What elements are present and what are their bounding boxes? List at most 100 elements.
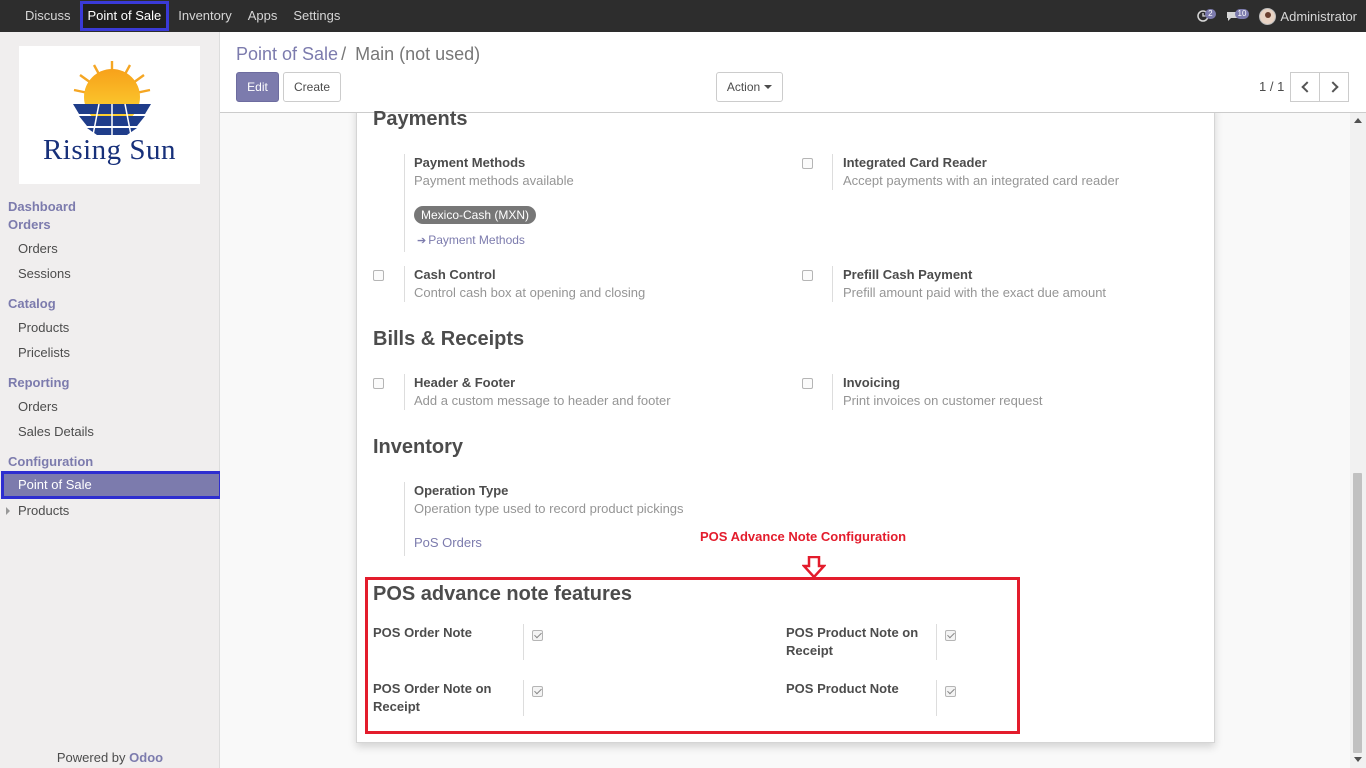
breadcrumb-separator: / [341,44,347,64]
logo-text: Rising Sun [42,134,177,166]
arrow-down-icon [802,556,826,578]
divider [832,266,833,302]
caret-down-icon [764,85,773,89]
pos-product-note-label: POS Product Note [786,681,899,696]
scroll-down-arrow-icon[interactable] [1354,757,1362,762]
sidebar-item-report-orders[interactable]: Orders [18,399,58,414]
header-footer-checkbox[interactable] [373,378,384,389]
sidebar-section-configuration[interactable]: Configuration [8,454,93,469]
breadcrumb-point-of-sale[interactable]: Point of Sale [236,44,338,64]
payment-methods-title: Payment Methods [414,155,526,170]
app-menu: Discuss Point of Sale Inventory Apps Set… [0,0,348,32]
navbar-systray: 2 10 Administrator [1197,0,1357,32]
annotation-label: POS Advance Note Configuration [700,529,907,544]
sidebar-item-config-products[interactable]: Products [18,503,69,518]
divider [936,680,937,716]
label-line: POS Order Note on [373,681,492,696]
messaging-menu[interactable]: 10 [1226,0,1250,32]
sidebar-item-point-of-sale[interactable]: Point of Sale [1,471,222,499]
integrated-card-reader-desc: Accept payments with an integrated card … [843,173,1120,188]
pos-product-note-checkbox[interactable] [945,686,956,697]
header-footer-title: Header & Footer [414,375,516,390]
bills-receipts-heading: Bills & Receipts [373,328,525,350]
activity-menu[interactable]: 2 [1197,0,1216,32]
pager-next-button[interactable] [1319,72,1349,102]
nav-inventory[interactable]: Inventory [170,0,239,32]
header-footer-desc: Add a custom message to header and foote… [414,393,671,408]
company-logo: Rising Sun [19,46,200,184]
pager-value[interactable]: 1 / 1 [1259,79,1284,94]
pos-order-note-checkbox[interactable] [532,630,543,641]
payment-method-tag[interactable]: Mexico-Cash (MXN) [414,206,537,224]
pager-previous-button[interactable] [1290,72,1320,102]
scroll-thumb[interactable] [1353,473,1362,753]
sidebar-item-sessions[interactable]: Sessions [18,266,71,281]
pos-product-note-receipt-label: POS Product Note on Receipt [786,624,918,660]
sidebar-item-sales-details[interactable]: Sales Details [18,424,94,439]
prefill-cash-payment-title: Prefill Cash Payment [843,267,973,282]
cash-control-title: Cash Control [414,267,496,282]
operation-type-desc: Operation type used to record product pi… [414,501,684,516]
breadcrumb: Point of Sale / Main (not used) [236,44,480,65]
operation-type-title: Operation Type [414,483,509,498]
sidebar-item-pricelists[interactable]: Pricelists [18,345,70,360]
nav-apps[interactable]: Apps [240,0,286,32]
sidebar-section-catalog[interactable]: Catalog [8,296,56,311]
nav-point-of-sale[interactable]: Point of Sale [79,1,170,31]
sun-logo-icon [73,61,151,136]
powered-prefix: Powered by [56,750,130,765]
caret-right-icon[interactable] [6,507,10,515]
sidebar: Rising Sun Dashboard Orders Orders Sessi… [0,32,222,768]
user-name: Administrator [1280,8,1357,24]
scroll-up-arrow-icon[interactable] [1354,118,1362,123]
divider [936,624,937,660]
divider [404,266,405,302]
powered-by: Powered by Odoo [0,750,220,765]
integrated-card-reader-checkbox[interactable] [802,158,813,169]
divider [832,374,833,410]
cash-control-checkbox[interactable] [373,270,384,281]
sidebar-section-reporting[interactable]: Reporting [8,375,69,390]
nav-discuss[interactable]: Discuss [17,0,79,32]
payment-methods-link-label: Payment Methods [428,233,525,247]
invoicing-desc: Print invoices on customer request [843,393,1043,408]
payment-methods-link[interactable]: ➔ Payment Methods [417,233,525,247]
pos-notes-heading: POS advance note features [373,583,632,605]
label-line: POS Product Note on [786,625,919,640]
integrated-card-reader-title: Integrated Card Reader [843,155,987,170]
action-dropdown[interactable]: Action [716,72,783,102]
create-button[interactable]: Create [283,72,341,102]
odoo-link[interactable]: Odoo [129,750,163,765]
user-menu[interactable]: Administrator [1259,7,1357,25]
sidebar-item-products[interactable]: Products [18,320,69,335]
nav-settings[interactable]: Settings [285,0,348,32]
pos-product-note-receipt-checkbox[interactable] [945,630,956,641]
invoicing-title: Invoicing [843,375,901,390]
inventory-heading: Inventory [373,436,464,458]
action-label: Action [726,80,761,94]
invoicing-checkbox[interactable] [802,378,813,389]
arrow-right-icon: ➔ [417,235,427,247]
pos-order-note-receipt-checkbox[interactable] [532,686,543,697]
label-line: Receipt [373,699,420,714]
divider [523,624,524,660]
operation-type-value[interactable]: PoS Orders [414,535,482,550]
pos-order-note-receipt-label: POS Order Note on Receipt [373,680,491,716]
edit-button[interactable]: Edit [236,72,279,102]
pos-order-note-label: POS Order Note [373,625,472,640]
sidebar-item-orders[interactable]: Orders [18,241,58,256]
divider [404,154,405,252]
label-line: Receipt [786,643,833,658]
breadcrumb-current: Main (not used) [355,44,481,64]
top-navbar: Discuss Point of Sale Inventory Apps Set… [0,0,1366,32]
prefill-cash-payment-desc: Prefill amount paid with the exact due a… [843,285,1107,300]
sidebar-section-orders[interactable]: Orders [8,217,51,232]
payments-heading: Payments [373,108,468,130]
divider [832,154,833,190]
sidebar-item-dashboard[interactable]: Dashboard [8,199,76,214]
prefill-cash-payment-checkbox[interactable] [802,270,813,281]
payment-methods-desc: Payment methods available [414,173,574,188]
vertical-scrollbar[interactable] [1350,113,1366,768]
chevron-right-icon [1326,81,1339,93]
divider [404,482,405,556]
